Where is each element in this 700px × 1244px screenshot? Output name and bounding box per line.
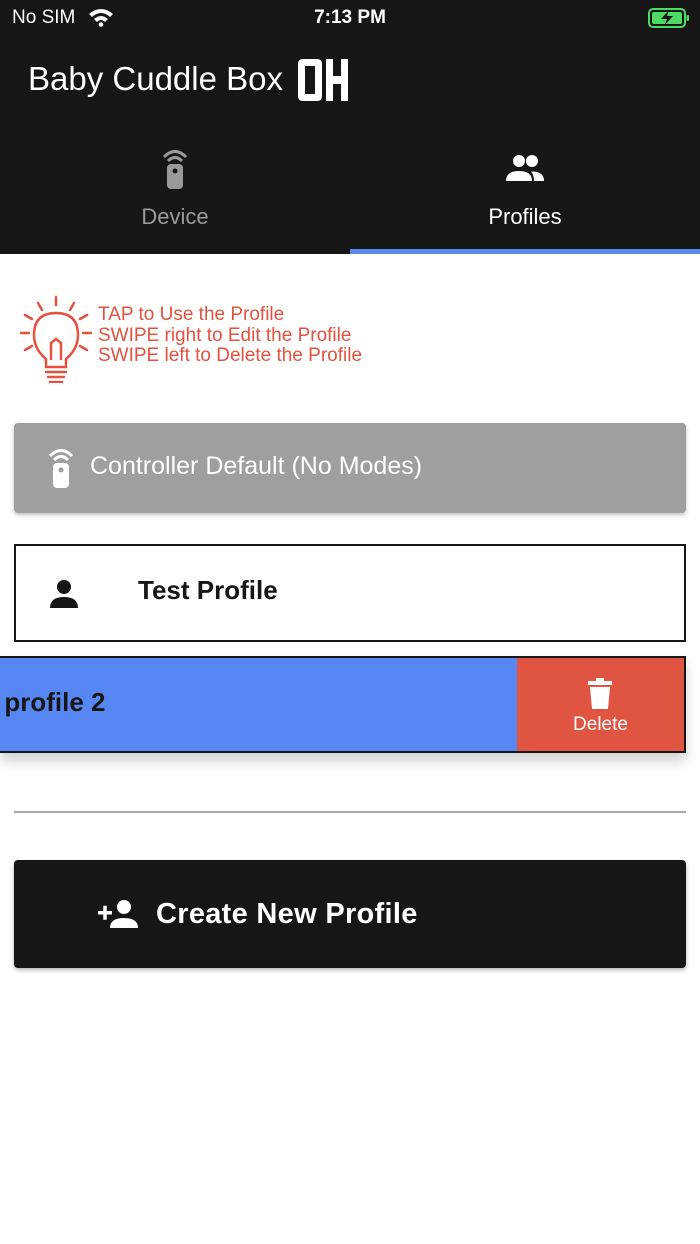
delete-button[interactable]: Delete	[517, 658, 684, 751]
hint-swipe-right: SWIPE right to Edit the Profile	[98, 324, 352, 346]
people-icon	[506, 155, 544, 181]
tab-device[interactable]: Device	[0, 126, 350, 254]
tab-profiles[interactable]: Profiles	[350, 126, 700, 254]
controller-default-label: Controller Default (No Modes)	[90, 452, 423, 480]
hint-swipe-left: SWIPE left to Delete the Profile	[98, 345, 363, 366]
profile-item-swiped[interactable]: st profile 2 Delete	[0, 656, 686, 753]
controller-default-button[interactable]: Controller Default (No Modes)	[14, 423, 686, 513]
add-person-icon	[98, 900, 138, 928]
app-title: Baby Cuddle Box	[28, 60, 283, 97]
tab-bar: Device Profiles	[0, 126, 700, 254]
app-header: Baby Cuddle Box	[0, 36, 700, 126]
create-new-profile-button[interactable]: Create New Profile	[14, 860, 686, 968]
active-tab-indicator	[350, 249, 700, 254]
divider	[14, 811, 686, 813]
create-new-profile-label: Create New Profile	[156, 898, 418, 930]
battery-charging-icon	[648, 8, 689, 28]
dh-logo-icon	[298, 59, 348, 101]
hint-tap: TAP to Use the Profile	[98, 304, 285, 325]
remote-icon	[162, 150, 188, 189]
tab-profiles-label: Profiles	[488, 204, 562, 229]
usage-hint: TAP to Use the Profile SWIPE right to Ed…	[18, 295, 438, 385]
hint-text: TAP to Use the Profile SWIPE right to Ed…	[98, 304, 363, 367]
status-bar: No SIM 7:13 PM	[0, 0, 700, 36]
profile-item-test-profile[interactable]: Test Profile	[14, 544, 686, 642]
remote-icon	[48, 449, 74, 488]
trash-icon	[588, 678, 612, 709]
delete-label: Delete	[573, 714, 628, 735]
clock: 7:13 PM	[314, 7, 386, 28]
profile-item-content[interactable]: st profile 2	[0, 658, 517, 751]
person-icon	[50, 580, 78, 608]
profile-label: Test Profile	[138, 575, 278, 605]
tab-device-label: Device	[141, 204, 209, 229]
profile-label: st profile 2	[0, 687, 106, 717]
lightbulb-icon	[19, 295, 93, 383]
